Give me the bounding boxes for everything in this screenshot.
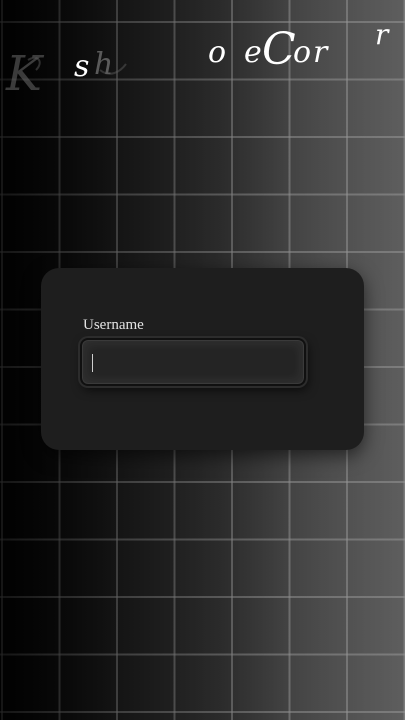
login-card: Username: [41, 268, 364, 450]
logo-letter-e: e: [244, 35, 262, 70]
text-caret: [92, 354, 93, 372]
logo-letter-s: s: [74, 49, 89, 84]
logo-letter-k: K: [5, 46, 45, 102]
logo-letter-c: C: [262, 24, 296, 75]
brand-logo: K s h o e C o r r: [0, 0, 405, 110]
brand-logo-script: K s h o e C o r r: [5, 18, 390, 102]
logo-letter-o1: o: [208, 35, 226, 70]
username-label: Username: [83, 317, 144, 333]
logo-letter-h: h: [94, 47, 113, 82]
logo-letter-r2: r: [375, 18, 390, 51]
username-input[interactable]: [80, 338, 306, 386]
logo-letter-o2: o: [293, 35, 311, 70]
logo-letter-r1: r: [313, 35, 329, 70]
